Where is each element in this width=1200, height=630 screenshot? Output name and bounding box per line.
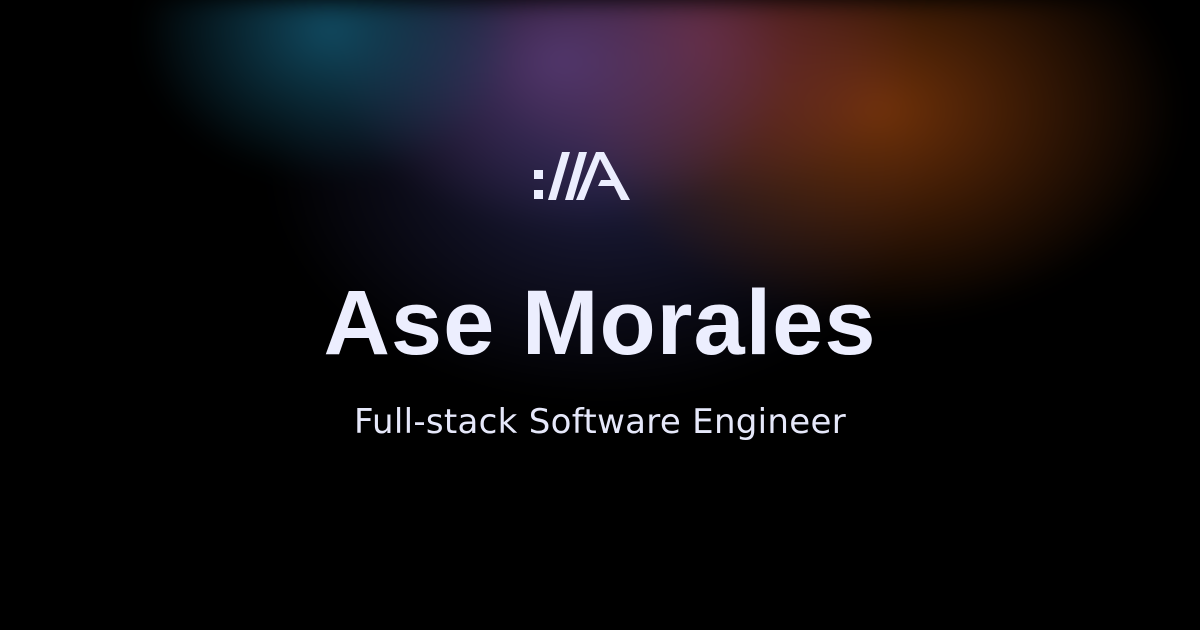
person-name: Ase Morales — [323, 272, 877, 374]
job-title: Full-stack Software Engineer — [354, 402, 846, 442]
logo-icon — [532, 150, 638, 210]
social-card: Ase Morales Full-stack Software Engineer — [0, 0, 1200, 630]
card-content: Ase Morales Full-stack Software Engineer — [0, 0, 1200, 630]
